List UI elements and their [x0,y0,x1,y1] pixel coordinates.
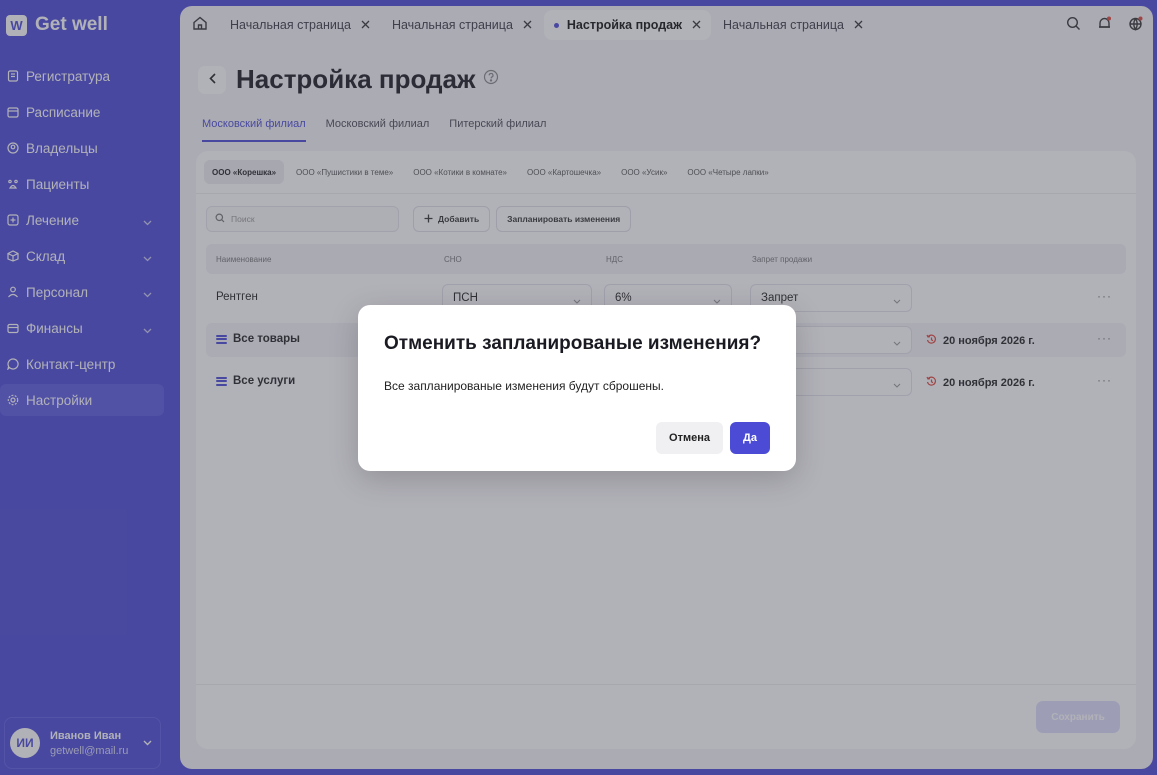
cancel-button[interactable]: Отмена [656,422,723,454]
dialog-message: Все запланированые изменения будут сброш… [384,379,664,393]
dialog-title: Отменить запланированые изменения? [384,333,762,354]
confirm-dialog: Отменить запланированые изменения? Все з… [358,305,796,471]
confirm-button[interactable]: Да [730,422,770,454]
